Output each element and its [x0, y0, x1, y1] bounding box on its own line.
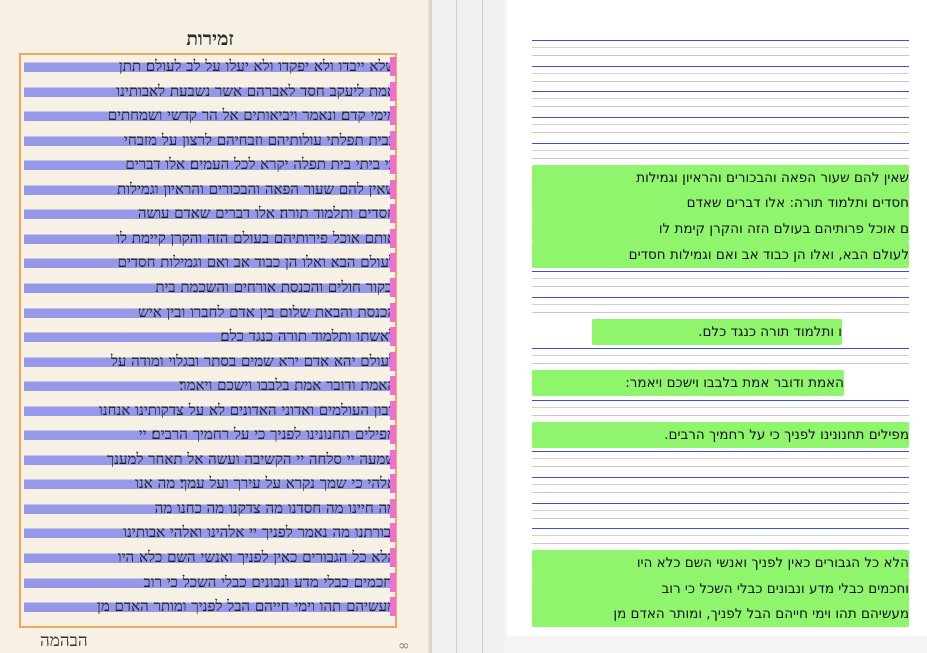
manuscript-line[interactable]: הלא כל הגבורים כאין לפניך ואנשי השם כלא …	[24, 548, 396, 567]
line-end-marker	[390, 327, 396, 347]
empty-line-slot[interactable]	[532, 271, 909, 288]
line-end-marker	[390, 302, 396, 322]
transcription-line[interactable]: חסדים ותלמוד תורה: אלו דברים שאדם	[532, 190, 909, 217]
line-end-marker	[390, 228, 396, 248]
line-end-marker	[390, 81, 396, 101]
transcription-line[interactable]: האמת ודובר אמת בלבבו וישכם ויאמר:	[532, 370, 844, 397]
manuscript-line[interactable]: מימי קדם׃ ונאמר ויביאותים אל הר קדשי ושמ…	[24, 106, 396, 126]
line-end-marker	[390, 155, 396, 175]
line-end-marker	[390, 106, 396, 126]
manuscript-catchword: הבהמה	[40, 631, 88, 651]
manuscript-line[interactable]: אותם אוכל פירותיהם בעולם הזה והקרן קיימת…	[24, 228, 396, 248]
manuscript-line[interactable]: חסדים ותלמוד תורה׃ אלו דברים שאדם עושה	[24, 204, 396, 224]
transcription-line[interactable]: לעולם הבא, ואלו הן כבוד אב ואם וגמילות ח…	[532, 241, 909, 268]
transcription-line[interactable]: מפילים תחנונינו לפניך כי על רחמיך הרבים.	[532, 421, 909, 448]
transcription-page: שאין להם שעור הפאה והבכורים והראיון וגמי…	[507, 0, 927, 636]
manuscript-line[interactable]: ובקור חולים והכנסת אורחים והשכמת בית	[24, 277, 396, 297]
manuscript-line[interactable]: רבון העולמים ואדוני האדונים לא על צדקותי…	[24, 400, 396, 420]
transcription-line[interactable]: שאין להם שעור הפאה והבכורים והראיון וגמי…	[532, 164, 909, 191]
line-end-marker	[390, 130, 396, 150]
manuscript-line[interactable]: וחכמים כבלי מדע ונבונים כבלי השכל כי רוב	[24, 572, 396, 592]
empty-line-slot[interactable]	[532, 451, 909, 468]
line-end-marker	[390, 548, 396, 567]
line-end-marker	[390, 474, 396, 494]
line-end-marker	[390, 400, 396, 420]
empty-line-slot[interactable]	[532, 91, 909, 108]
manuscript-pane[interactable]: זמירות שלא ייבדו ולא יפקדו ולא יעלו על ל…	[0, 0, 432, 653]
line-end-marker	[390, 498, 396, 518]
manuscript-line[interactable]: בבית תפלתי עולותיהם וזבחיהם לרצון על מזב…	[24, 130, 396, 150]
line-end-marker	[390, 253, 396, 273]
transcription-line[interactable]: הלא כל הגבורים כאין לפניך ואנשי השם כלא …	[532, 550, 909, 576]
line-end-marker	[390, 572, 396, 592]
line-end-marker	[390, 597, 396, 617]
manuscript-line[interactable]: שמעה יי סלחה יי הקשיבה ועשה אל תאחר למענ…	[24, 449, 396, 469]
pane-divider[interactable]	[432, 0, 504, 653]
transcription-line[interactable]: מעשיהם תהו וימי חייהם הבל לפניך, ומותר ה…	[532, 601, 909, 628]
transcription-line[interactable]: ם אוכל פרותיהם בעולם הזה והקרן קימת לו	[532, 215, 909, 242]
line-end-marker	[390, 57, 396, 76]
line-end-marker	[390, 351, 396, 371]
transcription-line[interactable]: וחכמים כבלי מדע ונבונים כבלי השכל כי רוב	[532, 575, 909, 602]
empty-line-slot[interactable]	[532, 528, 909, 545]
manuscript-line[interactable]: לאשתו ותלמוד תורה כנגד כלם׃	[24, 327, 396, 347]
empty-line-slot[interactable]	[532, 142, 909, 159]
manuscript-line[interactable]: לעולם יהא אדם ירא שמים בסתר ובגלוי ומודה…	[24, 351, 396, 371]
line-end-marker	[390, 523, 396, 543]
empty-line-slot[interactable]	[532, 40, 909, 56]
manuscript-line[interactable]: הכנסת והבאת שלום בין אדם לחברו ובין איש	[24, 302, 396, 322]
line-end-marker	[390, 277, 396, 297]
line-end-marker	[390, 179, 396, 199]
line-end-marker	[390, 449, 396, 469]
divider-line	[456, 0, 457, 653]
manuscript-line[interactable]: מעשיהם תהו וימי חייהם הבל לפניך ומותר הא…	[24, 597, 396, 617]
line-end-marker	[390, 376, 396, 396]
line-end-marker	[390, 425, 396, 445]
line-end-marker	[390, 204, 396, 224]
manuscript-header: זמירות	[186, 28, 234, 50]
empty-line-slot[interactable]	[532, 348, 909, 365]
divider-line	[482, 0, 483, 653]
empty-line-slot[interactable]	[532, 502, 909, 519]
manuscript-line[interactable]: מה חיינו מה חסדנו מה צדקנו מה כחנו מה	[24, 498, 396, 518]
transcription-line[interactable]: ו ותלמוד תורה כנגד כלם.	[592, 318, 842, 345]
manuscript-line[interactable]: אמת ליעקב חסד לאברהם אשר נשבעת לאבותינו	[24, 81, 396, 101]
manuscript-line[interactable]: גבורתנו מה נאמר לפניך יי אלהינו ואלהי אב…	[24, 523, 396, 543]
empty-line-slot[interactable]	[532, 399, 909, 416]
empty-line-slot[interactable]	[532, 65, 909, 82]
manuscript-line[interactable]: כי ביתי בית תפלה יקרא לכל העמים׃ אלו דבר…	[24, 155, 396, 175]
empty-line-slot[interactable]	[532, 297, 909, 313]
manuscript-line[interactable]: האמת ודובר אמת בלבבו וישכם ויאמר׃	[24, 376, 396, 396]
manuscript-line[interactable]: שאין להם שעור הפאה והבכורים והראיון וגמי…	[24, 179, 396, 199]
empty-line-slot[interactable]	[532, 117, 909, 134]
manuscript-line[interactable]: אלהי כי שמך נקרא על עירך ועל עמך׃ מה אנו	[24, 474, 396, 494]
manuscript-line[interactable]: מפילים תחנונינו לפניך כי על רחמיך הרבים׃…	[24, 425, 396, 445]
link-icon[interactable]: ∞	[398, 638, 410, 653]
manuscript-line[interactable]: לעולם הבא ואלו הן כבוד אב ואם וגמילות חס…	[24, 253, 396, 273]
manuscript-line[interactable]: שלא ייבדו ולא יפקדו ולא יעלו על לב לעולם…	[24, 57, 396, 76]
empty-line-slot[interactable]	[532, 476, 909, 493]
transcription-pane[interactable]: שאין להם שעור הפאה והבכורים והראיון וגמי…	[504, 0, 927, 653]
